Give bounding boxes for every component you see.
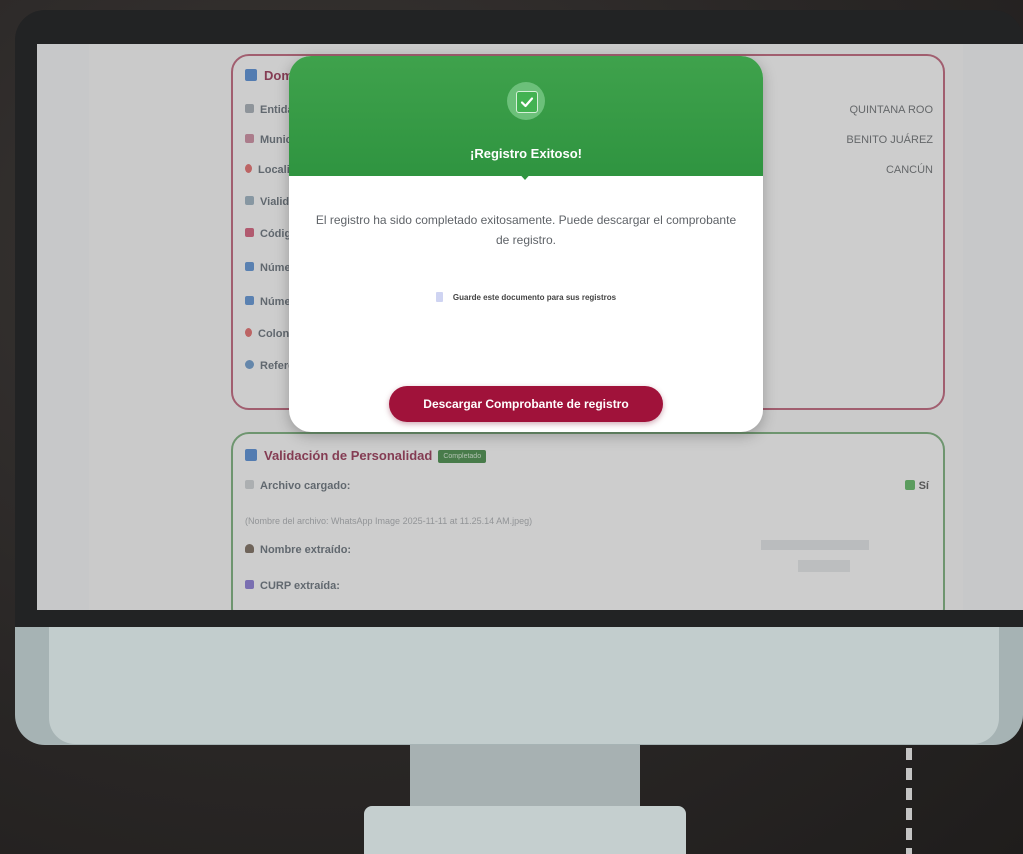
monitor-frame: Domicilio F Entidad: QUINTANA ROO Munici…	[15, 10, 1023, 745]
modal-title: ¡Registro Exitoso!	[470, 146, 582, 161]
header-notch	[516, 170, 534, 180]
download-receipt-button[interactable]: Descargar Comprobante de registro	[389, 386, 663, 422]
monitor-stand	[410, 745, 640, 813]
modal-note: Guarde este documento para sus registros	[289, 292, 763, 302]
screen: Domicilio F Entidad: QUINTANA ROO Munici…	[37, 44, 1023, 610]
document-icon	[435, 292, 443, 302]
success-modal: ¡Registro Exitoso! El registro ha sido c…	[289, 56, 763, 432]
monitor-base	[364, 806, 686, 854]
checkmark-icon	[516, 91, 538, 113]
dashed-line	[906, 748, 912, 854]
modal-header: ¡Registro Exitoso!	[289, 56, 763, 176]
modal-message: El registro ha sido completado exitosame…	[315, 213, 737, 247]
monitor-chin-inner	[49, 627, 999, 744]
